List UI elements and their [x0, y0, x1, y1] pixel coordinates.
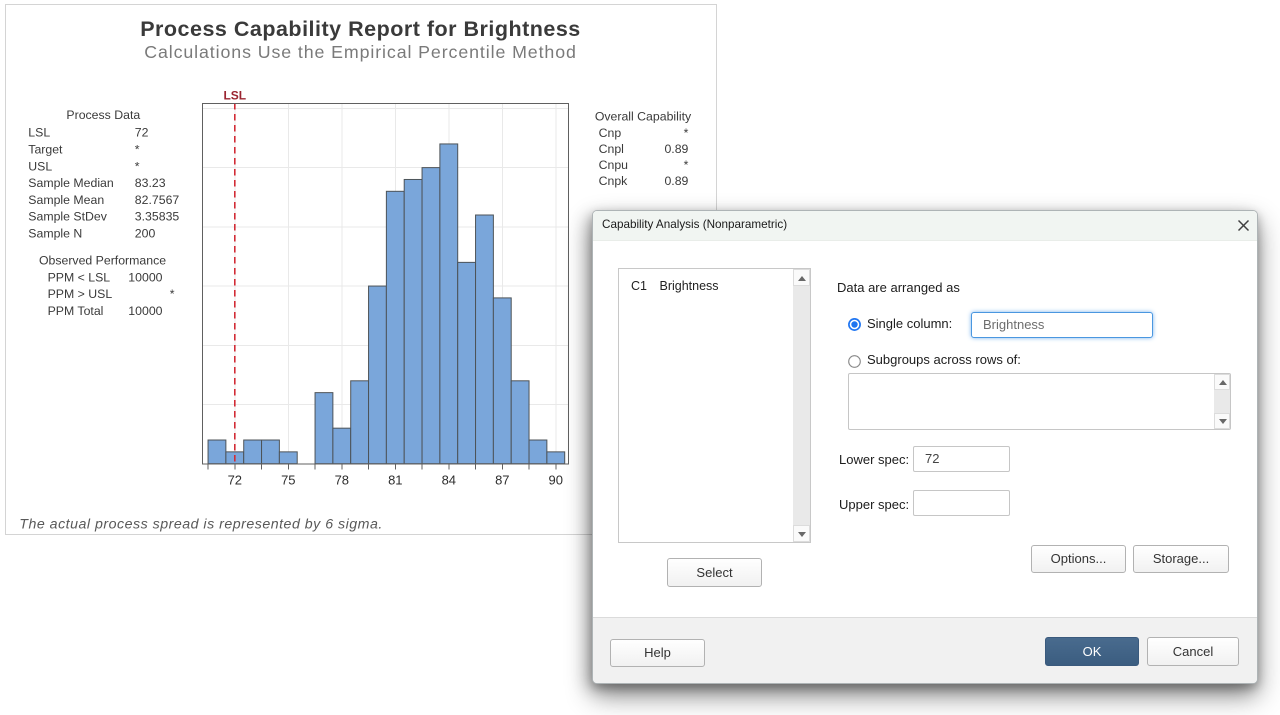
svg-text:3.35835: 3.35835: [135, 210, 180, 224]
svg-text:PPM Total: PPM Total: [48, 304, 104, 318]
svg-text:Sample Mean: Sample Mean: [28, 193, 104, 207]
svg-text:Process Capability Report for: Process Capability Report for Brightness: [140, 17, 581, 41]
svg-text:10000: 10000: [128, 304, 162, 318]
svg-text:0.89: 0.89: [664, 142, 688, 156]
svg-text:75: 75: [281, 473, 295, 488]
svg-text:USL: USL: [28, 159, 52, 173]
svg-text:Process Data: Process Data: [66, 108, 140, 122]
svg-text:81: 81: [388, 473, 402, 488]
svg-text:Overall Capability: Overall Capability: [595, 109, 692, 123]
svg-text:72: 72: [135, 126, 149, 140]
svg-text:200: 200: [135, 227, 156, 241]
svg-text:0.89: 0.89: [664, 174, 688, 188]
svg-text:10000: 10000: [128, 270, 162, 284]
svg-text:*: *: [135, 159, 140, 173]
svg-text:*: *: [684, 158, 689, 172]
svg-text:Cnpl: Cnpl: [599, 142, 624, 156]
svg-text:Sample Median: Sample Median: [28, 176, 114, 190]
svg-text:82.7567: 82.7567: [135, 193, 180, 207]
svg-text:Sample StDev: Sample StDev: [28, 210, 107, 224]
svg-text:Cnpu: Cnpu: [599, 158, 629, 172]
svg-text:Cnpk: Cnpk: [599, 174, 629, 188]
svg-text:84: 84: [442, 473, 456, 488]
svg-text:*: *: [170, 287, 175, 301]
svg-text:90: 90: [549, 473, 563, 488]
svg-text:*: *: [684, 126, 689, 140]
svg-text:83.23: 83.23: [135, 176, 166, 190]
svg-text:LSL: LSL: [28, 126, 50, 140]
svg-text:Target: Target: [28, 142, 63, 156]
svg-text:78: 78: [335, 473, 349, 488]
svg-text:Observed Performance: Observed Performance: [39, 254, 166, 268]
svg-text:Cnp: Cnp: [599, 126, 622, 140]
svg-text:72: 72: [228, 473, 242, 488]
svg-text:Sample N: Sample N: [28, 227, 82, 241]
svg-text:Calculations Use the Empirical: Calculations Use the Empirical Percentil…: [144, 42, 577, 62]
svg-text:LSL: LSL: [223, 89, 246, 103]
svg-text:PPM > USL: PPM > USL: [48, 287, 113, 301]
svg-text:87: 87: [495, 473, 509, 488]
svg-text:PPM < LSL: PPM < LSL: [48, 270, 111, 284]
svg-text:*: *: [135, 142, 140, 156]
svg-text:The actual process spread is r: The actual process spread is represented…: [19, 517, 383, 533]
